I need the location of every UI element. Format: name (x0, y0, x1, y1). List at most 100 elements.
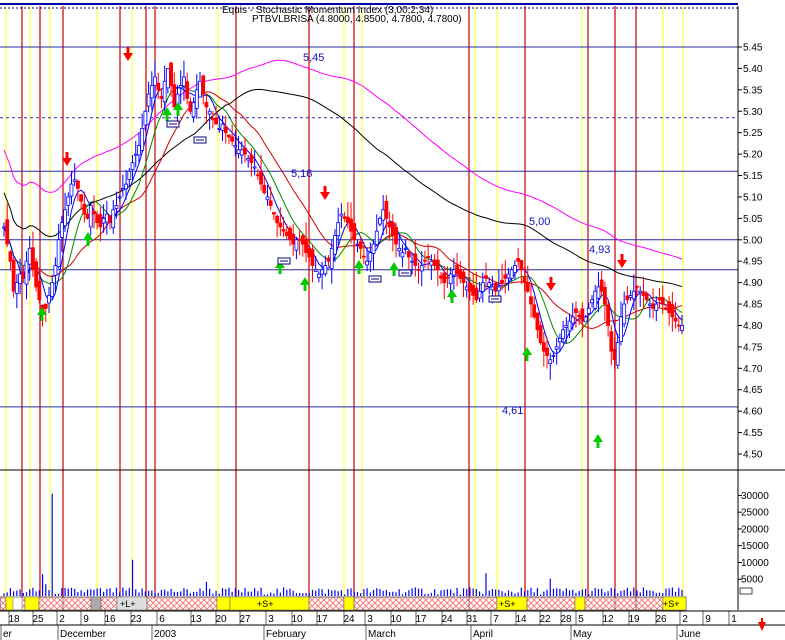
band-segment (24, 596, 40, 611)
x-tick-label: 17 (316, 614, 328, 625)
x-tick-label: 6 (159, 614, 165, 625)
x-tick-label: 12 (602, 614, 614, 625)
band-segment (468, 596, 498, 611)
month-label: 2003 (154, 629, 177, 640)
band-segment (635, 596, 664, 611)
price-bar (11, 257, 16, 298)
band-segment (343, 596, 355, 611)
band-segment (574, 596, 586, 611)
x-tick-label: 10 (291, 614, 303, 625)
stock-chart: 5,45 5,16 5,00 4,93 4,61 +L+ +S+ +S+ +S+ 5.45 5.… (0, 0, 785, 640)
price-tick-label: 4.80 (743, 321, 763, 332)
month-label: June (679, 629, 701, 640)
price-tick-label: 4.70 (743, 364, 763, 375)
x-tick-label: 16 (104, 614, 116, 625)
price-bar (34, 258, 39, 292)
band-segment (353, 596, 470, 611)
exit-marker-icon (368, 275, 382, 283)
band-label: +S+ (663, 599, 680, 609)
exit-marker-icon (166, 120, 180, 128)
band-segment (5, 596, 14, 611)
x-tick-label: 17 (415, 614, 427, 625)
level-label: 5,16 (291, 168, 312, 180)
band-segment (146, 596, 218, 611)
month-label: December (60, 629, 107, 640)
x-tick-label: 2 (682, 614, 688, 625)
volume-tick-label: 15000 (741, 541, 769, 552)
price-tick-label: 5.05 (743, 214, 763, 225)
x-tick-label: 7 (493, 614, 499, 625)
volume-tick-label: 25000 (741, 508, 769, 519)
price-tick-label: 5.15 (743, 171, 763, 182)
x-tick-label: 3 (268, 614, 274, 625)
signal-band-strip: +L+ +S+ +S+ +S+ (0, 596, 687, 611)
x-tick-label: 26 (655, 614, 667, 625)
price-tick-label: 5.00 (743, 235, 763, 246)
header-line2: PTBVLBRISA (4.8000, 4.8500, 4.7800, 4.78… (252, 14, 462, 25)
band-segment (526, 596, 576, 611)
exit-marker-icon (277, 257, 291, 265)
x-tick-label: 27 (239, 614, 251, 625)
band-segment (62, 596, 92, 611)
level-label: 5,45 (303, 52, 324, 64)
volume-tick-label: 10000 (741, 558, 769, 569)
price-tick-label: 4.85 (743, 300, 763, 311)
price-tick-label: 5.40 (743, 64, 763, 75)
exit-marker-icon (398, 269, 412, 277)
price-tick-label: 4.50 (743, 450, 763, 461)
band-segment (614, 596, 637, 611)
price-tick-label: 4.75 (743, 342, 763, 353)
x-tick-label: 1 (731, 614, 737, 625)
month-label: March (368, 629, 396, 640)
x-tick-label: 31 (466, 614, 478, 625)
price-tick-label: 5.35 (743, 85, 763, 96)
x-tick-label: 13 (190, 614, 202, 625)
x-tick-label: 24 (441, 614, 453, 625)
x-tick-label: 19 (628, 614, 640, 625)
price-tick-label: 5.20 (743, 150, 763, 161)
band-segment (308, 596, 345, 611)
x-tick-label: 9 (83, 614, 89, 625)
x-tick-label: 18 (8, 614, 20, 625)
volume-tick-label: 30000 (741, 491, 769, 502)
band-label: +S+ (257, 599, 274, 609)
x-tick-label: 23 (130, 614, 142, 625)
exit-marker-icon (488, 295, 502, 303)
price-tick-label: 4.60 (743, 407, 763, 418)
x-tick-label: 25 (32, 614, 44, 625)
x-tick-label: 14 (515, 614, 527, 625)
month-label: er (3, 629, 13, 640)
band-segment (216, 596, 231, 611)
price-tick-label: 5.25 (743, 128, 763, 139)
x-tick-label: 5 (578, 614, 584, 625)
price-tick-label: 4.90 (743, 278, 763, 289)
band-segment (90, 596, 102, 611)
price-tick-label: 5.45 (743, 43, 763, 54)
chart-header: Equis - Stochastic Momentum Index (3,00;… (222, 5, 462, 25)
level-label: 5,00 (529, 216, 550, 228)
level-label: 4,61 (502, 405, 523, 417)
band-segment (100, 596, 118, 611)
band-segment (21, 596, 26, 611)
x-tick-label: 20 (215, 614, 227, 625)
band-segment (584, 596, 616, 611)
price-tick-label: 4.55 (743, 428, 763, 439)
price-tick-label: 5.30 (743, 107, 763, 118)
band-segment (0, 596, 7, 611)
x-tick-label: 24 (343, 614, 355, 625)
month-label: February (266, 629, 306, 640)
x-tick-label: 2 (59, 614, 65, 625)
price-tick-label: 5.10 (743, 192, 763, 203)
month-label: April (473, 629, 493, 640)
x-tick-label: 10 (390, 614, 402, 625)
price-tick-label: 4.95 (743, 257, 763, 268)
price-tick-label: 4.65 (743, 385, 763, 396)
volume-tick-label: 5000 (741, 575, 764, 586)
level-label: 4,93 (589, 244, 610, 256)
band-label: +L+ (120, 599, 136, 609)
exit-marker-icon (193, 136, 207, 144)
month-label: May (573, 629, 592, 640)
x-tick-label: 3 (367, 614, 373, 625)
x-tick-label: 22 (539, 614, 551, 625)
band-label: +S+ (499, 599, 516, 609)
